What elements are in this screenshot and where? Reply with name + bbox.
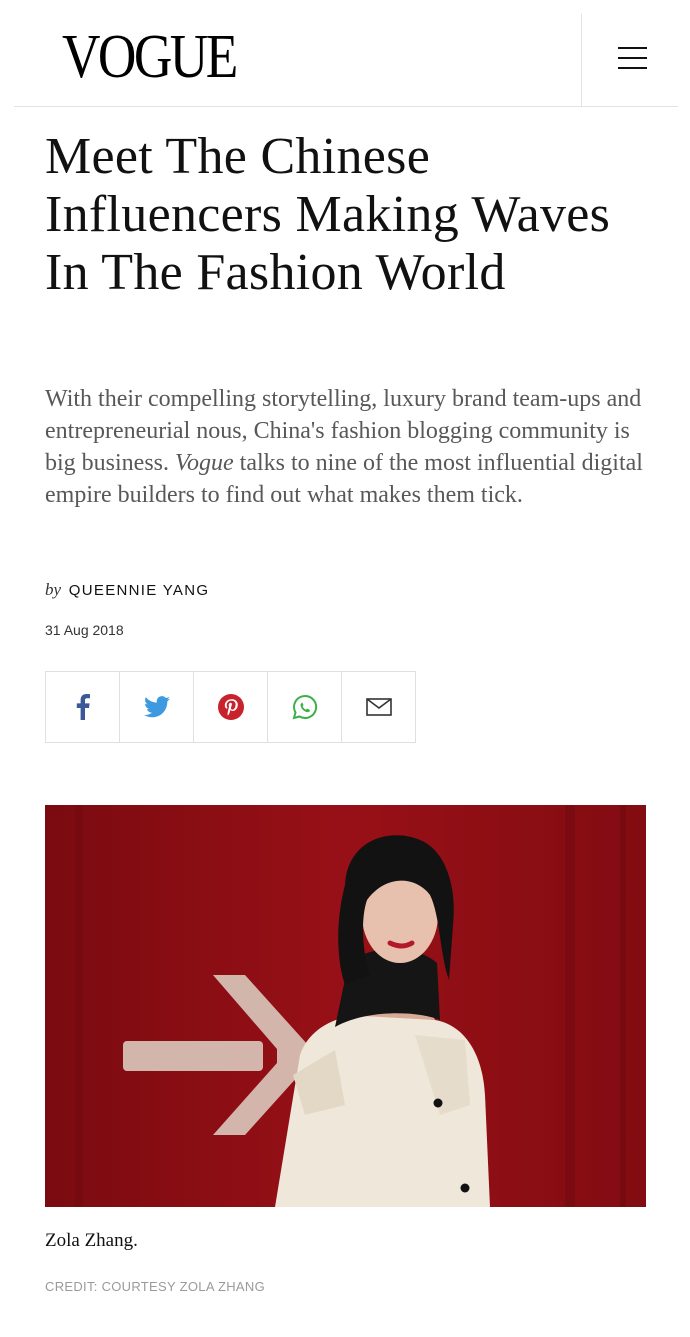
dek-emphasis: Vogue <box>175 450 234 476</box>
byline: by QUEENNIE YANG <box>45 580 209 600</box>
byline-prefix: by <box>45 580 62 599</box>
vogue-logo[interactable]: VOGUE <box>62 26 238 88</box>
hamburger-menu-icon <box>618 47 647 49</box>
facebook-icon <box>76 694 90 720</box>
publish-date: 31 Aug 2018 <box>45 622 124 638</box>
pinterest-icon <box>217 694 244 720</box>
hero-image <box>45 805 646 1207</box>
whatsapp-icon <box>292 694 317 720</box>
share-facebook-button[interactable] <box>46 672 120 742</box>
article-title: Meet The Chinese Influencers Making Wave… <box>45 128 611 301</box>
author-link[interactable]: QUEENNIE YANG <box>69 582 210 599</box>
hamburger-menu-icon <box>618 67 647 69</box>
menu-button[interactable] <box>581 14 678 106</box>
portrait-photo <box>45 805 646 1207</box>
image-caption: Zola Zhang. <box>45 1230 138 1251</box>
hamburger-menu-icon <box>618 57 647 59</box>
twitter-icon <box>143 696 170 718</box>
site-header: VOGUE <box>14 0 678 107</box>
share-pinterest-button[interactable] <box>194 672 268 742</box>
article-dek: With their compelling storytelling, luxu… <box>45 383 650 511</box>
email-icon <box>365 698 392 716</box>
share-email-button[interactable] <box>342 672 415 742</box>
share-twitter-button[interactable] <box>120 672 194 742</box>
share-whatsapp-button[interactable] <box>268 672 342 742</box>
share-bar <box>45 671 416 743</box>
image-credit: CREDIT: COURTESY ZOLA ZHANG <box>45 1279 265 1294</box>
